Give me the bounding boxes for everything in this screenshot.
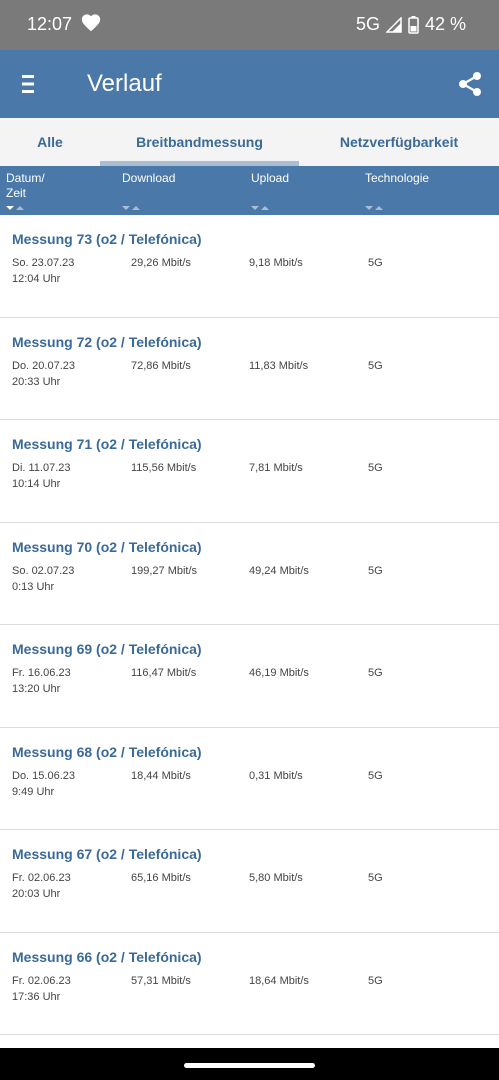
measurement-datetime: Fr. 02.06.23 17:36 Uhr [12,973,71,1005]
network-type: 5G [355,14,380,34]
sort-icon[interactable] [250,205,270,211]
tab-netzverfuegbarkeit[interactable]: Netzverfügbarkeit [299,118,499,166]
measurement-upload: 0,31 Mbit/s [249,769,303,782]
list-item[interactable]: Messung 69 (o2 / Telefónica) Fr. 16.06.2… [0,625,499,728]
page-title: Verlauf [87,70,162,97]
measurement-date: Fr. 02.06.23 [12,872,71,884]
measurement-time: 0:13 Uhr [12,580,55,593]
column-technology[interactable]: Technologie [365,171,429,186]
measurement-list: Messung 73 (o2 / Telefónica) So. 23.07.2… [0,215,499,1035]
measurement-title: Messung 69 (o2 / Telefónica) [12,641,202,657]
measurement-technology: 5G [368,872,383,884]
measurement-date: Do. 15.06.23 [12,769,75,782]
column-upload[interactable]: Upload [251,171,289,186]
measurement-datetime: Fr. 02.06.23 20:03 Uhr [12,870,71,902]
heart-icon [81,14,101,32]
battery-icon [408,15,419,34]
measurement-date: Di. 11.07.23 [12,462,71,474]
measurement-title: Messung 70 (o2 / Telefónica) [12,538,202,555]
measurement-download: 65,16 Mbit/s [131,872,191,884]
status-bar: 12:07 5G 42 % [0,0,499,50]
column-date-line2: Zeit [6,186,27,200]
measurement-date: So. 02.07.23 [12,564,75,577]
column-date[interactable]: Datum/ Zeit [6,171,45,201]
measurement-title: Messung 71 (o2 / Telefónica) [12,436,202,452]
list-item[interactable]: Messung 70 (o2 / Telefónica) So. 02.07.2… [0,523,499,625]
tab-alle[interactable]: Alle [0,118,100,166]
measurement-technology: 5G [368,462,383,474]
measurement-title: Messung 68 (o2 / Telefónica) [12,743,202,760]
list-item[interactable]: Messung 71 (o2 / Telefónica) Di. 11.07.2… [0,420,499,523]
list-item[interactable]: Messung 66 (o2 / Telefónica) Fr. 02.06.2… [0,933,499,1035]
measurement-download: 29,26 Mbit/s [131,257,191,269]
measurement-download: 57,31 Mbit/s [131,974,191,987]
measurement-technology: 5G [368,667,383,679]
measurement-datetime: Fr. 16.06.23 13:20 Uhr [12,665,71,697]
measurement-time: 20:33 Uhr [12,375,61,388]
measurement-datetime: Do. 15.06.23 9:49 Uhr [12,768,75,800]
measurement-datetime: So. 02.07.23 0:13 Uhr [12,563,74,595]
sort-icon[interactable] [364,205,384,211]
measurement-upload: 46,19 Mbit/s [249,667,309,679]
measurement-download: 72,86 Mbit/s [131,359,191,372]
measurement-upload: 5,80 Mbit/s [249,872,303,884]
measurement-upload: 7,81 Mbit/s [249,462,303,474]
measurement-technology: 5G [368,974,383,987]
measurement-datetime: Do. 20.07.23 20:33 Uhr [12,358,75,390]
status-time: 12:07 [27,14,73,34]
measurement-upload: 18,64 Mbit/s [249,974,309,987]
measurement-download: 199,27 Mbit/s [131,564,198,577]
list-item[interactable]: Messung 72 (o2 / Telefónica) Do. 20.07.2… [0,318,499,420]
measurement-datetime: So. 23.07.23 12:04 Uhr [12,255,74,287]
measurement-upload: 49,24 Mbit/s [249,564,309,577]
measurement-title: Messung 66 (o2 / Telefónica) [12,948,202,965]
measurement-date: So. 23.07.23 [12,257,75,269]
measurement-time: 12:04 Uhr [12,273,61,285]
sort-desc-icon[interactable] [5,205,25,211]
column-download[interactable]: Download [122,171,175,186]
measurement-download: 116,47 Mbit/s [131,667,197,679]
sort-icon[interactable] [121,205,141,211]
measurement-date: Do. 20.07.23 [12,359,75,372]
measurement-time: 20:03 Uhr [12,888,61,900]
home-gesture-handle[interactable] [184,1063,315,1068]
list-item[interactable]: Messung 68 (o2 / Telefónica) Do. 15.06.2… [0,728,499,830]
measurement-technology: 5G [368,769,383,782]
navigation-bar [0,1048,499,1080]
menu-icon[interactable] [22,74,38,94]
list-item[interactable]: Messung 67 (o2 / Telefónica) Fr. 02.06.2… [0,830,499,933]
measurement-upload: 11,83 Mbit/s [249,359,309,372]
column-date-line1: Datum/ [6,171,45,185]
measurement-date: Fr. 16.06.23 [12,667,71,679]
measurement-title: Messung 67 (o2 / Telefónica) [12,846,202,862]
measurement-technology: 5G [368,564,383,577]
list-item[interactable]: Messung 73 (o2 / Telefónica) So. 23.07.2… [0,215,499,318]
measurement-technology: 5G [368,359,383,372]
measurement-download: 18,44 Mbit/s [131,769,191,782]
measurement-time: 13:20 Uhr [12,683,61,695]
measurement-datetime: Di. 11.07.23 10:14 Uhr [12,460,71,492]
column-header: Datum/ Zeit Download Upload Technologie [0,166,499,215]
measurement-upload: 9,18 Mbit/s [249,257,303,269]
measurement-title: Messung 73 (o2 / Telefónica) [12,231,202,247]
measurement-time: 17:36 Uhr [12,990,61,1003]
signal-icon [385,16,402,33]
tab-breitbandmessung[interactable]: Breitbandmessung [100,118,299,166]
share-icon[interactable] [457,71,483,97]
app-bar: Verlauf [0,50,499,118]
tab-bar: Alle Breitbandmessung Netzverfügbarkeit [0,118,499,166]
measurement-technology: 5G [368,257,383,269]
measurement-download: 115,56 Mbit/s [131,462,197,474]
status-right: 5G 42 % [356,14,466,35]
measurement-time: 10:14 Uhr [12,478,61,490]
measurement-title: Messung 72 (o2 / Telefónica) [12,333,202,350]
measurement-date: Fr. 02.06.23 [12,974,71,987]
battery-level: 42 % [424,14,466,34]
measurement-time: 9:49 Uhr [12,785,55,798]
